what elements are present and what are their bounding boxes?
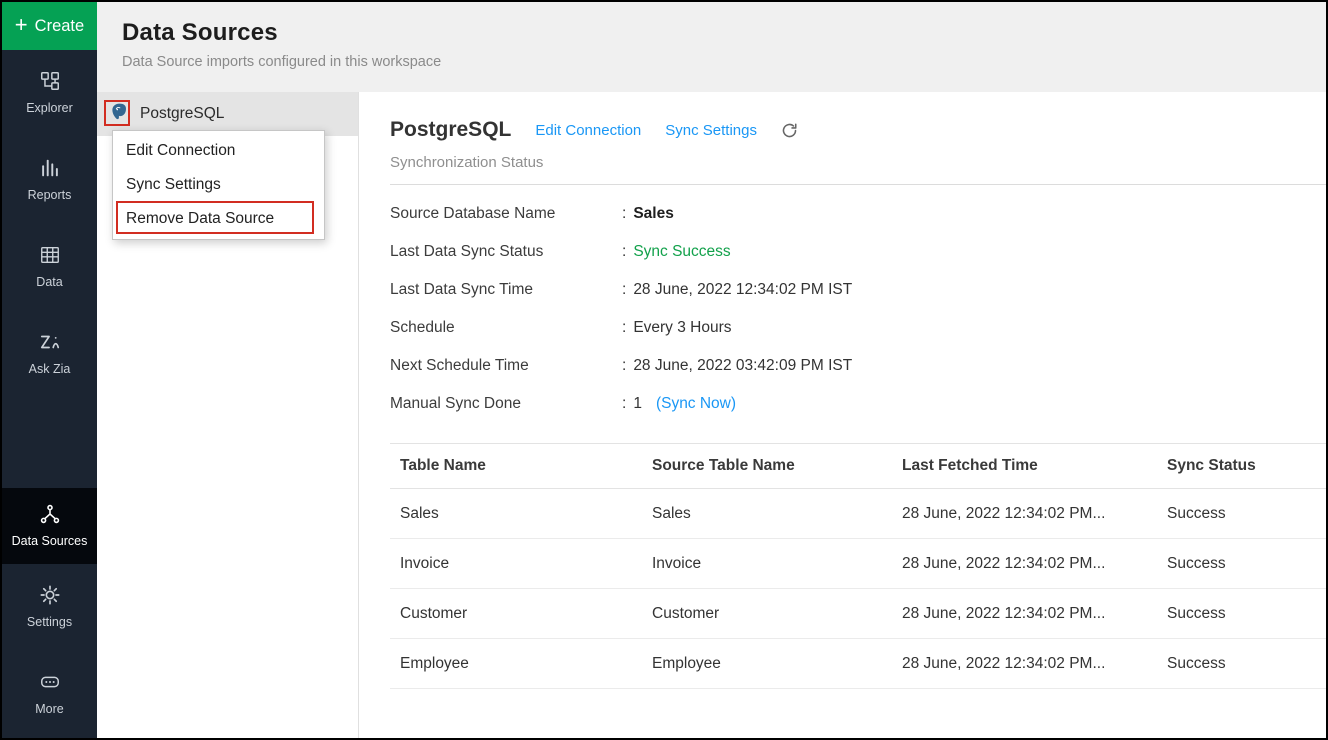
detail-row-next-schedule-time: Next Schedule Time : 28 June, 2022 03:42… <box>390 347 1326 385</box>
menu-item-remove-data-source[interactable]: Remove Data Source <box>113 202 324 236</box>
postgresql-icon <box>110 102 129 126</box>
detail-value: Sales <box>633 205 674 223</box>
page-title: Data Sources <box>122 19 1326 47</box>
more-icon <box>38 671 62 693</box>
cell-sync-status: Success <box>1157 589 1326 639</box>
sidebar-item-data-sources[interactable]: Data Sources <box>2 488 97 564</box>
edit-connection-link[interactable]: Edit Connection <box>535 122 641 139</box>
detail-label: Source Database Name <box>390 205 622 223</box>
cell-last-fetched-time: 28 June, 2022 12:34:02 PM... <box>892 639 1157 689</box>
cell-sync-status: Success <box>1157 639 1326 689</box>
detail-row-last-sync-status: Last Data Sync Status : Sync Success <box>390 233 1326 271</box>
column-header-sync-status: Sync Status <box>1157 444 1326 489</box>
sync-status-value: Sync Success <box>633 243 730 261</box>
ask-zia-icon <box>37 331 63 353</box>
table-row: Invoice Invoice 28 June, 2022 12:34:02 P… <box>390 539 1326 589</box>
sync-details: Source Database Name : Sales Last Data S… <box>390 195 1326 423</box>
sidebar-item-label: More <box>31 701 67 717</box>
sidebar-item-more[interactable]: More <box>2 651 97 738</box>
plus-icon: + <box>15 14 28 36</box>
detail-colon: : <box>622 281 626 299</box>
cell-table-name: Sales <box>390 489 642 539</box>
sidebar-item-data[interactable]: Data <box>2 224 97 311</box>
explorer-icon <box>39 70 61 92</box>
cell-sync-status: Success <box>1157 489 1326 539</box>
cell-source-table-name: Invoice <box>642 539 892 589</box>
cell-last-fetched-time: 28 June, 2022 12:34:02 PM... <box>892 589 1157 639</box>
detail-row-manual-sync-done: Manual Sync Done : 1 (Sync Now) <box>390 385 1326 423</box>
cell-sync-status: Success <box>1157 539 1326 589</box>
detail-colon: : <box>622 205 626 223</box>
detail-colon: : <box>622 319 626 337</box>
detail-label: Manual Sync Done <box>390 395 622 413</box>
context-menu: Edit Connection Sync Settings Remove Dat… <box>112 130 325 240</box>
sidebar-item-label: Ask Zia <box>25 361 75 377</box>
cell-source-table-name: Customer <box>642 589 892 639</box>
tables-sync-table: Table Name Source Table Name Last Fetche… <box>390 443 1326 689</box>
detail-row-last-sync-time: Last Data Sync Time : 28 June, 2022 12:3… <box>390 271 1326 309</box>
table-row: Customer Customer 28 June, 2022 12:34:02… <box>390 589 1326 639</box>
page-header: Data Sources Data Source imports configu… <box>97 2 1326 92</box>
sync-now-link[interactable]: (Sync Now) <box>656 395 736 413</box>
reports-icon <box>39 157 61 179</box>
detail-value: 28 June, 2022 03:42:09 PM IST <box>633 357 852 375</box>
cell-last-fetched-time: 28 June, 2022 12:34:02 PM... <box>892 489 1157 539</box>
cell-table-name: Employee <box>390 639 642 689</box>
detail-value: 28 June, 2022 12:34:02 PM IST <box>633 281 852 299</box>
create-button[interactable]: + Create <box>2 2 97 50</box>
detail-value: Every 3 Hours <box>633 319 731 337</box>
data-sources-icon <box>39 503 61 525</box>
sidebar-item-ask-zia[interactable]: Ask Zia <box>2 311 97 398</box>
detail-colon: : <box>622 243 626 261</box>
app-window: + Create Explorer Reports <box>0 0 1328 740</box>
data-table-icon <box>39 244 61 266</box>
table-row: Sales Sales 28 June, 2022 12:34:02 PM...… <box>390 489 1326 539</box>
refresh-icon[interactable] <box>781 122 798 139</box>
cell-table-name: Invoice <box>390 539 642 589</box>
sync-settings-link[interactable]: Sync Settings <box>665 122 757 139</box>
sidebar: + Create Explorer Reports <box>2 2 97 738</box>
data-source-list-panel: PostgreSQL Edit Connection Sync Settings… <box>97 92 359 738</box>
detail-value: 1 <box>633 395 642 413</box>
table-row: Employee Employee 28 June, 2022 12:34:02… <box>390 639 1326 689</box>
cell-source-table-name: Sales <box>642 489 892 539</box>
detail-colon: : <box>622 395 626 413</box>
source-list-item-label: PostgreSQL <box>140 105 224 123</box>
sidebar-item-label: Data Sources <box>8 533 92 549</box>
sidebar-item-label: Reports <box>24 187 76 203</box>
sidebar-item-label: Settings <box>23 614 76 630</box>
cell-last-fetched-time: 28 June, 2022 12:34:02 PM... <box>892 539 1157 589</box>
detail-label: Last Data Sync Time <box>390 281 622 299</box>
sidebar-item-explorer[interactable]: Explorer <box>2 50 97 137</box>
page-subtitle: Data Source imports configured in this w… <box>122 54 1326 70</box>
sidebar-spacer <box>2 398 97 488</box>
detail-row-schedule: Schedule : Every 3 Hours <box>390 309 1326 347</box>
table-header-row: Table Name Source Table Name Last Fetche… <box>390 444 1326 489</box>
column-header-table-name: Table Name <box>390 444 642 489</box>
create-button-label: Create <box>35 17 85 36</box>
source-title: PostgreSQL <box>390 118 511 142</box>
detail-label: Next Schedule Time <box>390 357 622 375</box>
gear-icon <box>39 584 61 606</box>
section-label: Synchronization Status <box>390 154 1326 171</box>
sidebar-item-label: Data <box>32 274 66 290</box>
detail-label: Last Data Sync Status <box>390 243 622 261</box>
sidebar-item-label: Explorer <box>22 100 77 116</box>
detail-colon: : <box>622 357 626 375</box>
source-detail-header: PostgreSQL Edit Connection Sync Settings <box>390 117 1326 143</box>
divider <box>390 184 1326 185</box>
cell-source-table-name: Employee <box>642 639 892 689</box>
menu-item-sync-settings[interactable]: Sync Settings <box>113 168 324 202</box>
menu-item-edit-connection[interactable]: Edit Connection <box>113 134 324 168</box>
sidebar-item-reports[interactable]: Reports <box>2 137 97 224</box>
column-header-last-fetched-time: Last Fetched Time <box>892 444 1157 489</box>
sidebar-item-settings[interactable]: Settings <box>2 564 97 651</box>
detail-label: Schedule <box>390 319 622 337</box>
cell-table-name: Customer <box>390 589 642 639</box>
source-detail-panel: PostgreSQL Edit Connection Sync Settings… <box>360 92 1326 738</box>
detail-row-source-database-name: Source Database Name : Sales <box>390 195 1326 233</box>
column-header-source-table-name: Source Table Name <box>642 444 892 489</box>
